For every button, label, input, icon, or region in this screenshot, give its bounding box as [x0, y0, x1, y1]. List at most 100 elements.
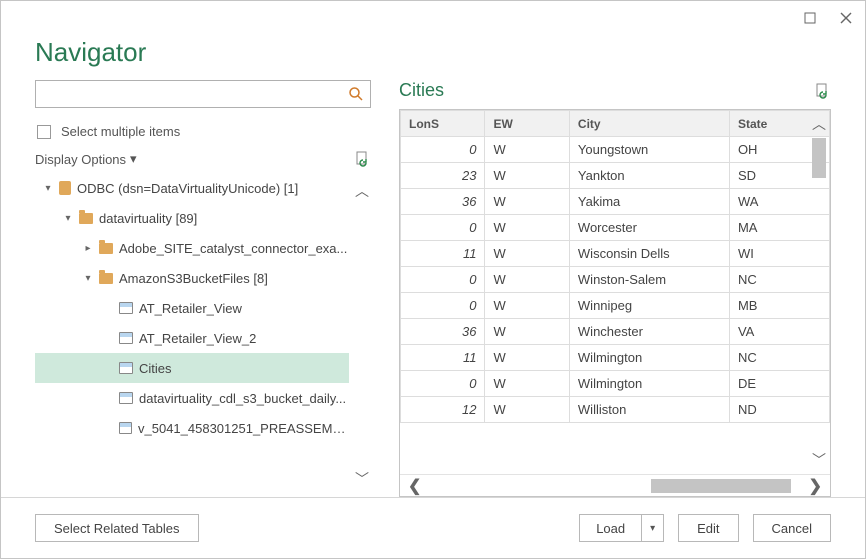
tree-item[interactable]: ▸AT_Retailer_View_2	[35, 323, 349, 353]
display-options-dropdown[interactable]: Display Options	[35, 151, 137, 167]
grid-horizontal-scrollbar[interactable]: ❮ ❯	[400, 474, 830, 496]
titlebar	[1, 1, 865, 31]
table-row[interactable]: 11WWilmingtonNC	[401, 345, 830, 371]
scroll-right-icon[interactable]: ❯	[801, 476, 830, 496]
folder-icon	[99, 273, 113, 284]
column-header-city[interactable]: City	[569, 111, 729, 137]
table-row[interactable]: 0WWorcesterMA	[401, 215, 830, 241]
tree-item[interactable]: ▾ datavirtuality [89]	[35, 203, 349, 233]
scroll-up-icon[interactable]: ︿	[812, 110, 826, 138]
collapse-icon[interactable]: ▾	[83, 273, 93, 284]
table-header-row: LonS EW City State	[401, 111, 830, 137]
close-icon	[840, 12, 852, 24]
scroll-up-icon[interactable]: ︿	[355, 181, 369, 201]
table-row[interactable]: 0WWinston-SalemNC	[401, 267, 830, 293]
collapse-icon[interactable]: ▾	[63, 213, 73, 224]
search-input[interactable]	[36, 81, 370, 107]
cell-lons: 12	[401, 397, 485, 423]
cell-ew: W	[485, 397, 569, 423]
chevron-down-icon	[130, 151, 137, 167]
select-multiple-checkbox[interactable]: Select multiple items	[35, 120, 371, 151]
table-row[interactable]: 36WYakimaWA	[401, 189, 830, 215]
cell-city: Wilmington	[569, 371, 729, 397]
preview-refresh-button[interactable]	[815, 83, 831, 99]
table-row[interactable]: 12WWillistonND	[401, 397, 830, 423]
refresh-button[interactable]	[355, 151, 371, 167]
refresh-icon	[815, 83, 831, 99]
tree-item[interactable]: ▾ AmazonS3BucketFiles [8]	[35, 263, 349, 293]
cell-city: Worcester	[569, 215, 729, 241]
tree-item[interactable]: ▸ Adobe_SITE_catalyst_connector_exa...	[35, 233, 349, 263]
display-options-label: Display Options	[35, 152, 126, 167]
cell-lons: 0	[401, 371, 485, 397]
cell-ew: W	[485, 215, 569, 241]
table-row[interactable]: 0WYoungstownOH	[401, 137, 830, 163]
scroll-left-icon[interactable]: ❮	[400, 476, 429, 496]
preview-title: Cities	[399, 80, 815, 101]
scroll-down-icon[interactable]: ﹀	[355, 469, 369, 489]
table-icon	[119, 302, 133, 314]
tree-item[interactable]: ▸datavirtuality_cdl_s3_bucket_daily...	[35, 383, 349, 413]
cell-city: Youngstown	[569, 137, 729, 163]
cell-lons: 36	[401, 319, 485, 345]
search-box[interactable]	[35, 80, 371, 108]
navigator-panel: Select multiple items Display Options ▾ O…	[35, 80, 371, 497]
maximize-button[interactable]	[801, 9, 819, 27]
tree-item-label: AmazonS3BucketFiles [8]	[119, 271, 268, 286]
source-tree: ▾ ODBC (dsn=DataVirtualityUnicode) [1] ▾ da…	[35, 173, 371, 443]
cell-ew: W	[485, 137, 569, 163]
cell-city: Yakima	[569, 189, 729, 215]
load-dropdown-button[interactable]	[642, 514, 664, 542]
tree-item-label: datavirtuality_cdl_s3_bucket_daily...	[139, 391, 346, 406]
tree-item-label: v_5041_458301251_PREASSEMBL...	[138, 421, 349, 436]
table-icon	[119, 332, 133, 344]
cancel-button[interactable]: Cancel	[753, 514, 831, 542]
column-header-ew[interactable]: EW	[485, 111, 569, 137]
close-button[interactable]	[837, 9, 855, 27]
tree-item-label: datavirtuality [89]	[99, 211, 197, 226]
cell-ew: W	[485, 371, 569, 397]
cell-city: Winchester	[569, 319, 729, 345]
scroll-down-icon[interactable]: ﹀	[812, 446, 826, 474]
scrollbar-thumb[interactable]	[651, 479, 791, 493]
maximize-icon	[804, 12, 816, 24]
select-related-tables-button[interactable]: Select Related Tables	[35, 514, 199, 542]
cell-lons: 11	[401, 345, 485, 371]
tree-item-label: ODBC (dsn=DataVirtualityUnicode) [1]	[77, 181, 298, 196]
edit-button[interactable]: Edit	[678, 514, 738, 542]
load-split-button: Load	[579, 514, 664, 542]
cell-ew: W	[485, 163, 569, 189]
load-button[interactable]: Load	[579, 514, 642, 542]
tree-item-label: AT_Retailer_View_2	[139, 331, 256, 346]
tree-item[interactable]: ▾ ODBC (dsn=DataVirtualityUnicode) [1]	[35, 173, 349, 203]
dialog-footer: Select Related Tables Load Edit Cancel	[1, 497, 865, 558]
tree-item-label: Cities	[139, 361, 172, 376]
cell-city: Winston-Salem	[569, 267, 729, 293]
table-row[interactable]: 23WYanktonSD	[401, 163, 830, 189]
cell-ew: W	[485, 241, 569, 267]
tree-item-label: Adobe_SITE_catalyst_connector_exa...	[119, 241, 347, 256]
tree-vertical-scrollbar[interactable]: ︿ ﹀	[353, 181, 371, 489]
collapse-icon[interactable]: ▾	[43, 183, 53, 194]
column-header-lons[interactable]: LonS	[401, 111, 485, 137]
table-icon	[119, 422, 132, 434]
table-icon	[119, 362, 133, 374]
page-title: Navigator	[1, 31, 865, 80]
cell-ew: W	[485, 189, 569, 215]
cell-lons: 36	[401, 189, 485, 215]
tree-item[interactable]: ▸v_5041_458301251_PREASSEMBL...	[35, 413, 349, 443]
tree-item[interactable]: ▸AT_Retailer_View	[35, 293, 349, 323]
folder-icon	[99, 243, 113, 254]
tree-item[interactable]: ▸Cities	[35, 353, 349, 383]
grid-vertical-scrollbar[interactable]: ︿ ﹀	[811, 110, 827, 474]
cell-city: Wisconsin Dells	[569, 241, 729, 267]
table-icon	[119, 392, 133, 404]
cell-lons: 0	[401, 137, 485, 163]
expand-icon[interactable]: ▸	[83, 243, 93, 254]
table-row[interactable]: 11WWisconsin DellsWI	[401, 241, 830, 267]
cell-lons: 11	[401, 241, 485, 267]
scrollbar-thumb[interactable]	[812, 138, 826, 178]
table-row[interactable]: 36WWinchesterVA	[401, 319, 830, 345]
table-row[interactable]: 0WWilmingtonDE	[401, 371, 830, 397]
table-row[interactable]: 0WWinnipegMB	[401, 293, 830, 319]
